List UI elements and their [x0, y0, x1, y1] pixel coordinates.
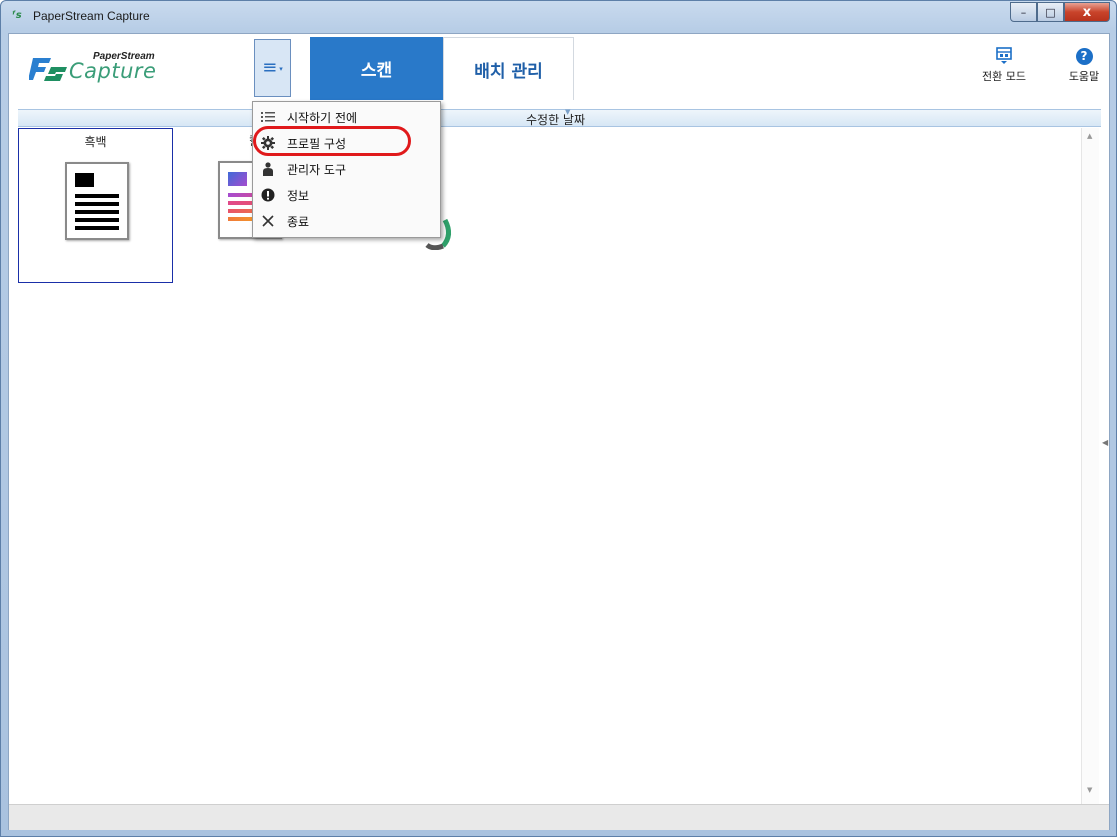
scroll-down-icon[interactable]: ▼: [1087, 786, 1092, 794]
close-icon: x: [1082, 4, 1092, 20]
help-label: 도움말: [1068, 70, 1100, 83]
app-window: ᶠs PaperStream Capture – □ x PaperStream…: [0, 0, 1117, 837]
close-window-button[interactable]: x: [1064, 2, 1110, 22]
menu-item-label: 시작하기 전에: [287, 110, 358, 125]
paperstream-logo: PaperStream Capture: [29, 50, 189, 90]
status-bar: [9, 804, 1109, 830]
client-area: PaperStream Capture ≡ ▾ 스캔 배치 관리 전환 모드 ?…: [8, 33, 1110, 830]
help-icon: ?: [1075, 47, 1093, 65]
profile-name: 흑백: [84, 135, 107, 149]
menu-item-label: 정보: [287, 188, 310, 203]
menu-item-exit[interactable]: 종료: [253, 208, 440, 234]
list-icon: [253, 111, 283, 123]
maximize-button[interactable]: □: [1037, 2, 1064, 22]
vertical-scrollbar[interactable]: ▲ ▼: [1081, 128, 1099, 804]
minimize-icon: –: [1020, 5, 1027, 19]
document-bw-icon: [65, 162, 129, 240]
tab-batch-manage[interactable]: 배치 관리: [443, 37, 574, 100]
info-icon: [253, 188, 283, 202]
sort-bar[interactable]: ▼ 수정한 날짜: [18, 108, 1101, 127]
minimize-button[interactable]: –: [1010, 2, 1037, 22]
tab-scan[interactable]: 스캔: [310, 37, 443, 100]
main-menu-button[interactable]: ≡ ▾: [254, 39, 291, 97]
title-bar[interactable]: ᶠs PaperStream Capture – □ x: [1, 1, 1116, 33]
profile-tile-bw[interactable]: 흑백: [18, 128, 173, 283]
main-menu-dropdown: 시작하기 전에 프로필 구성 관리자 도구 정보 종료: [252, 101, 441, 238]
maximize-icon: □: [1045, 5, 1056, 19]
menu-item-info[interactable]: 정보: [253, 182, 440, 208]
header: PaperStream Capture ≡ ▾ 스캔 배치 관리 전환 모드 ?…: [9, 34, 1109, 100]
profile-list: 흑백 칼: [18, 128, 1101, 798]
window-title: PaperStream Capture: [33, 9, 150, 23]
hamburger-icon: ≡: [262, 57, 278, 78]
menu-item-label: 관리자 도구: [287, 162, 347, 177]
close-icon: [253, 215, 283, 227]
menu-item-admin-tools[interactable]: 관리자 도구: [253, 156, 440, 182]
sort-label: 수정한 날짜: [526, 113, 586, 127]
logo-text-main: Capture: [69, 59, 157, 83]
logo-mark-icon: [29, 58, 67, 81]
user-icon: [253, 162, 283, 176]
help-button[interactable]: ? 도움말: [1059, 44, 1109, 84]
side-panel-toggle-icon[interactable]: ◀: [1102, 438, 1108, 447]
switch-mode-icon: [996, 47, 1012, 64]
highlight-annotation: [253, 126, 411, 156]
scroll-up-icon[interactable]: ▲: [1087, 132, 1092, 140]
app-icon: ᶠs: [12, 10, 22, 21]
switch-mode-button[interactable]: 전환 모드: [979, 44, 1029, 84]
chevron-down-icon: ▾: [279, 65, 283, 73]
switch-mode-label: 전환 모드: [982, 70, 1026, 83]
menu-item-label: 종료: [287, 214, 310, 229]
